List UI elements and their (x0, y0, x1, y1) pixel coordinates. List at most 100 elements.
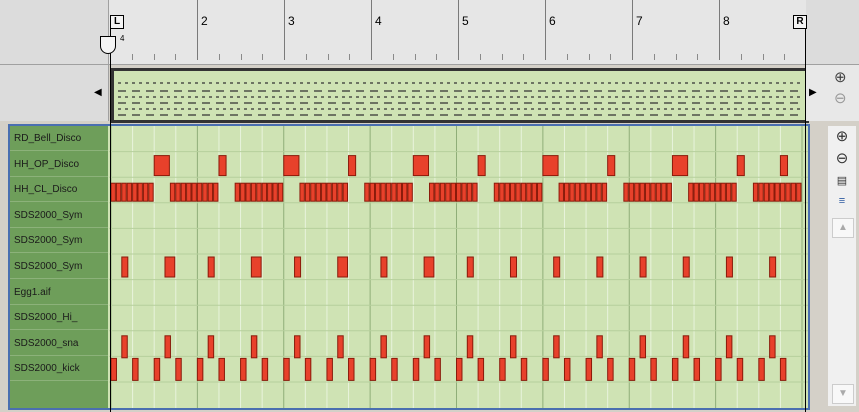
beat-tick (740, 54, 742, 60)
note (693, 357, 701, 381)
note (337, 256, 349, 278)
note (304, 182, 311, 202)
note (531, 182, 537, 202)
note (186, 182, 192, 202)
note (407, 182, 413, 202)
note (380, 182, 386, 202)
track-name[interactable]: SDS2000_kick (10, 356, 108, 382)
note (709, 182, 716, 202)
note (650, 357, 657, 381)
note (763, 182, 770, 202)
track-name[interactable]: SDS2000_Hi_ (10, 305, 108, 331)
note (321, 182, 327, 202)
note (585, 182, 591, 202)
beat-tick (697, 54, 699, 60)
note (153, 155, 170, 177)
track-name[interactable]: SDS2000_sna (10, 331, 108, 356)
note (423, 256, 435, 278)
beat-tick (218, 54, 220, 60)
note (218, 155, 227, 177)
note (520, 357, 528, 381)
note (412, 155, 430, 177)
beat-tick (784, 54, 786, 60)
note (148, 182, 154, 202)
note (391, 357, 398, 381)
scroll-left-arrow-icon[interactable]: ◀ (94, 87, 102, 98)
note (499, 182, 505, 202)
note (569, 182, 575, 202)
note (391, 182, 397, 202)
track-name[interactable]: HH_CL_Disco (10, 177, 108, 203)
note (267, 182, 273, 202)
scroll-down-button[interactable]: ▼ (832, 384, 854, 404)
beat-tick (479, 54, 481, 60)
note (380, 256, 388, 278)
track-name[interactable]: RD_Bell_Disco (10, 126, 108, 151)
note (752, 182, 759, 202)
note (132, 182, 138, 202)
note (515, 182, 521, 202)
note (493, 182, 500, 202)
note-grid[interactable] (109, 126, 808, 408)
list-mode-icon[interactable]: ≡ (832, 192, 852, 210)
note (191, 182, 197, 202)
view-mode-icon[interactable]: ▤ (832, 172, 852, 190)
pattern-overview[interactable] (111, 68, 809, 123)
note (774, 182, 780, 202)
scroll-up-button[interactable]: ▲ (832, 218, 854, 238)
note (504, 182, 510, 202)
track-name[interactable]: HH_OP_Disco (10, 152, 108, 177)
note (779, 155, 789, 177)
note (736, 155, 745, 177)
note (396, 182, 403, 202)
note (364, 182, 370, 202)
note (509, 182, 516, 202)
right-locator-marker[interactable]: R (793, 15, 807, 29)
note (715, 357, 722, 381)
overview-zoom-out-icon[interactable]: ⊖ (834, 89, 847, 107)
track-name[interactable]: SDS2000_Sym (10, 228, 108, 254)
note (450, 182, 456, 202)
position-pointer-icon[interactable] (100, 36, 116, 54)
track-name[interactable]: SDS2000_Sym (10, 254, 108, 279)
note (731, 182, 737, 202)
editor-side-toolbar: ⊕ ⊖ ▤ ≡ ▲ ▼ (828, 126, 856, 406)
track-name[interactable]: Egg1.aif (10, 280, 108, 305)
note (337, 182, 343, 202)
note (234, 182, 241, 202)
note (380, 335, 387, 359)
note (666, 182, 672, 202)
note (563, 357, 571, 381)
note (736, 357, 744, 381)
scroll-right-arrow-icon[interactable]: ▶ (809, 87, 817, 98)
note (585, 357, 593, 381)
note (758, 357, 765, 381)
beat-tick (653, 54, 655, 60)
note (218, 357, 225, 381)
zoom-in-icon[interactable]: ⊕ (832, 128, 852, 146)
bar-number: 7 (636, 14, 643, 28)
zoom-out-icon[interactable]: ⊖ (832, 150, 852, 168)
track-name[interactable]: SDS2000_Sym (10, 203, 108, 228)
note (580, 182, 586, 202)
note (715, 182, 721, 202)
left-locator-marker[interactable]: L (110, 15, 124, 29)
note (553, 256, 561, 278)
note (779, 182, 786, 202)
note (261, 357, 269, 381)
note (472, 182, 478, 202)
note (558, 182, 564, 202)
note (304, 357, 312, 381)
note (256, 182, 262, 202)
note (126, 182, 133, 202)
note (142, 182, 149, 202)
timeline-ruler[interactable]: 23456789 (109, 0, 817, 65)
beat-tick (414, 54, 416, 60)
note (445, 182, 451, 202)
note (509, 256, 518, 278)
overview-zoom-in-icon[interactable]: ⊕ (834, 68, 847, 86)
note (671, 155, 689, 177)
note (607, 155, 616, 177)
note (785, 182, 791, 202)
drum-editor-area[interactable]: RD_Bell_Disco HH_OP_Disco HH_CL_Disco SDS20… (8, 124, 810, 410)
